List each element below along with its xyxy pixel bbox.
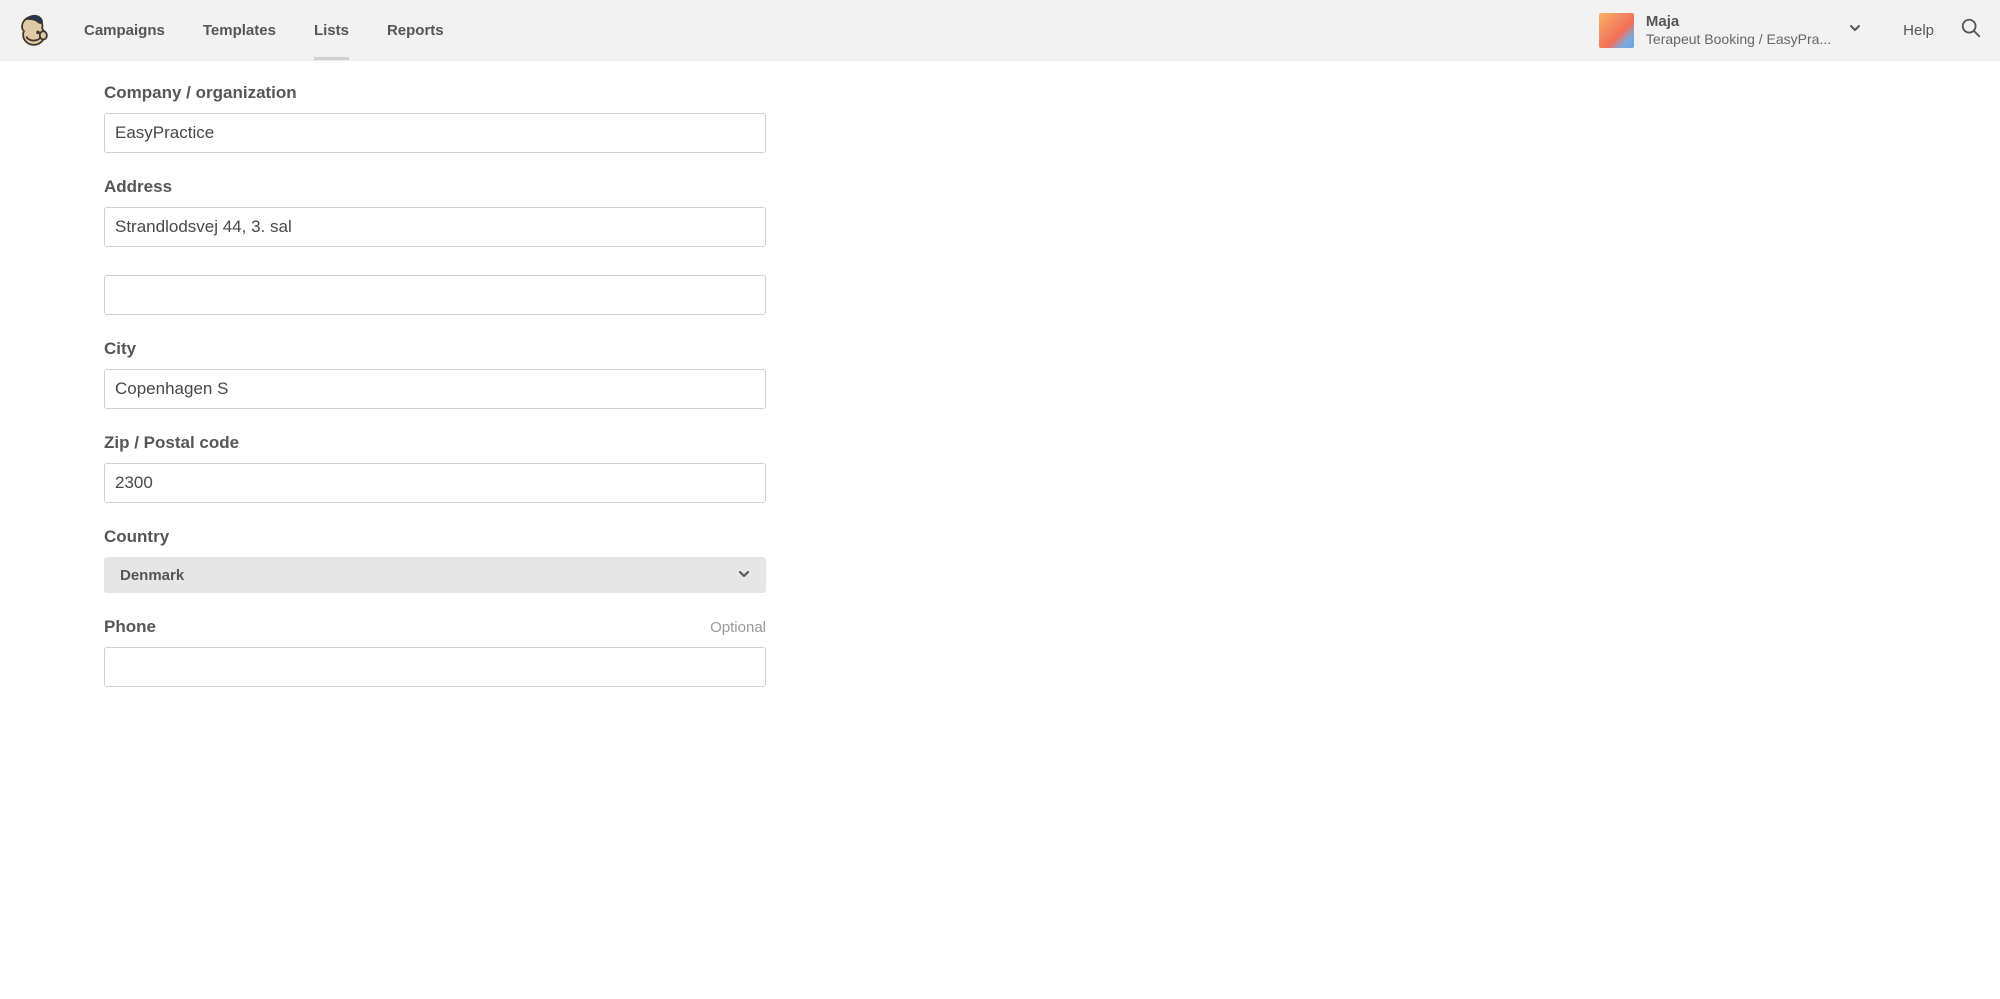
company-input[interactable] bbox=[104, 113, 766, 153]
zip-label: Zip / Postal code bbox=[104, 433, 239, 453]
country-select[interactable]: Denmark bbox=[104, 557, 766, 593]
nav-lists[interactable]: Lists bbox=[314, 0, 349, 60]
main-nav: Campaigns Templates Lists Reports bbox=[84, 0, 444, 60]
phone-hint: Optional bbox=[710, 619, 766, 636]
account-info: Maja Terapeut Booking / EasyPra... bbox=[1646, 13, 1831, 48]
address2-input[interactable] bbox=[104, 275, 766, 315]
field-address: Address bbox=[104, 177, 766, 315]
zip-input[interactable] bbox=[104, 463, 766, 503]
nav-campaigns[interactable]: Campaigns bbox=[84, 0, 165, 60]
nav-templates[interactable]: Templates bbox=[203, 0, 276, 60]
country-selected-value: Denmark bbox=[120, 567, 184, 584]
chevron-down-icon bbox=[738, 567, 750, 584]
chevron-down-icon bbox=[1849, 21, 1861, 39]
address-input[interactable] bbox=[104, 207, 766, 247]
phone-input[interactable] bbox=[104, 647, 766, 687]
country-label: Country bbox=[104, 527, 169, 547]
account-switcher[interactable]: Maja Terapeut Booking / EasyPra... bbox=[1599, 13, 1877, 48]
field-phone: Phone Optional bbox=[104, 617, 766, 687]
field-city: City bbox=[104, 339, 766, 409]
nav-reports[interactable]: Reports bbox=[387, 0, 444, 60]
phone-label: Phone bbox=[104, 617, 156, 637]
account-name: Maja bbox=[1646, 13, 1831, 31]
search-icon[interactable] bbox=[1960, 17, 1982, 44]
field-country: Country Denmark bbox=[104, 527, 766, 593]
field-company: Company / organization bbox=[104, 83, 766, 153]
avatar bbox=[1599, 13, 1634, 48]
field-zip: Zip / Postal code bbox=[104, 433, 766, 503]
help-link[interactable]: Help bbox=[1903, 22, 1934, 39]
account-org: Terapeut Booking / EasyPra... bbox=[1646, 31, 1831, 48]
address-label: Address bbox=[104, 177, 172, 197]
city-input[interactable] bbox=[104, 369, 766, 409]
mailchimp-logo[interactable] bbox=[14, 9, 56, 51]
topbar: Campaigns Templates Lists Reports Maja T… bbox=[0, 0, 2000, 61]
city-label: City bbox=[104, 339, 136, 359]
company-label: Company / organization bbox=[104, 83, 297, 103]
